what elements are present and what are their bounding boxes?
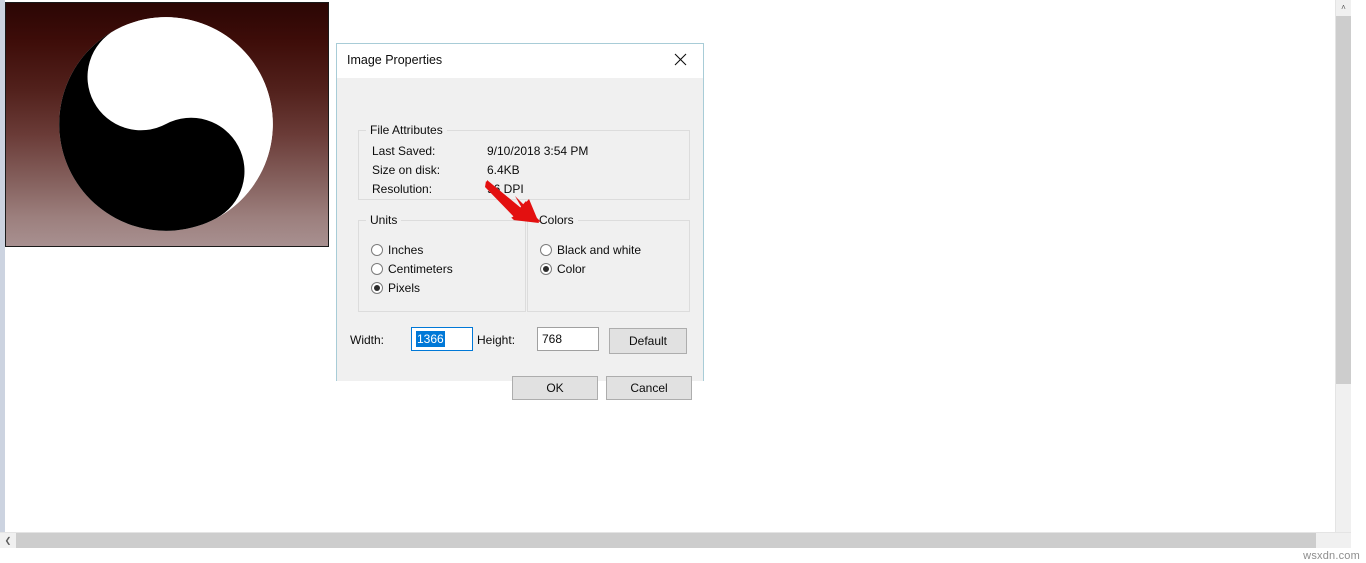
radio-color[interactable]: Color — [540, 262, 586, 276]
radio-centimeters-indicator[interactable] — [371, 263, 383, 275]
height-input-value: 768 — [542, 332, 563, 346]
radio-pixels[interactable]: Pixels — [371, 281, 420, 295]
height-label: Height: — [477, 333, 516, 347]
vertical-scrollbar[interactable]: ˄ ˅ — [1335, 0, 1351, 548]
opened-image[interactable] — [5, 2, 329, 247]
radio-centimeters-label: Centimeters — [388, 262, 453, 276]
units-group: Units Inches Centimeters Pixels — [358, 213, 526, 312]
file-attributes-group: File Attributes Last Saved: 9/10/2018 3:… — [358, 123, 690, 200]
scroll-left-icon[interactable]: ❮ — [0, 533, 16, 548]
last-saved-label: Last Saved: — [372, 144, 436, 158]
radio-black-and-white-label: Black and white — [557, 243, 642, 257]
ok-button[interactable]: OK — [512, 376, 598, 400]
radio-black-and-white-indicator[interactable] — [540, 244, 552, 256]
scroll-up-icon[interactable]: ˄ — [1336, 0, 1351, 16]
radio-pixels-label: Pixels — [388, 281, 421, 295]
file-attributes-legend: File Attributes — [366, 123, 447, 137]
radio-centimeters[interactable]: Centimeters — [371, 262, 453, 276]
dialog-title: Image Properties — [347, 53, 443, 67]
radio-black-and-white[interactable]: Black and white — [540, 243, 641, 257]
width-label: Width: — [350, 333, 385, 347]
scrollbar-corner — [1336, 533, 1351, 548]
horizontal-scrollbar-thumb[interactable] — [16, 533, 1316, 548]
watermark: wsxdn.com — [1303, 550, 1360, 562]
radio-color-indicator[interactable] — [540, 263, 552, 275]
radio-inches[interactable]: Inches — [371, 243, 423, 257]
image-properties-dialog: Image Properties File Attributes Last Sa… — [336, 43, 704, 400]
width-input-value: 1366 — [416, 331, 445, 347]
resolution-value: 96 DPI — [487, 182, 524, 196]
units-legend: Units — [366, 213, 402, 227]
width-input[interactable]: 1366 — [411, 327, 473, 351]
radio-inches-indicator[interactable] — [371, 244, 383, 256]
dialog-body: File Attributes Last Saved: 9/10/2018 3:… — [337, 78, 703, 400]
height-input[interactable]: 768 — [537, 327, 599, 351]
colors-group: Colors Black and white Color — [527, 213, 690, 312]
vertical-scrollbar-thumb[interactable] — [1336, 16, 1351, 384]
close-icon[interactable] — [658, 44, 703, 74]
horizontal-scrollbar[interactable]: ❮ — [0, 532, 1351, 548]
size-on-disk-value: 6.4KB — [487, 163, 520, 177]
radio-color-label: Color — [557, 262, 586, 276]
radio-inches-label: Inches — [388, 243, 424, 257]
cancel-button[interactable]: Cancel — [606, 376, 692, 400]
resolution-label: Resolution: — [372, 182, 433, 196]
colors-legend: Colors — [535, 213, 578, 227]
radio-pixels-indicator[interactable] — [371, 282, 383, 294]
dialog-titlebar[interactable]: Image Properties — [337, 44, 703, 78]
yin-yang-icon — [59, 16, 273, 231]
default-button[interactable]: Default — [609, 328, 687, 354]
size-on-disk-label: Size on disk: — [372, 163, 441, 177]
yin-yang-symbol — [19, 3, 314, 246]
last-saved-value: 9/10/2018 3:54 PM — [487, 144, 589, 158]
